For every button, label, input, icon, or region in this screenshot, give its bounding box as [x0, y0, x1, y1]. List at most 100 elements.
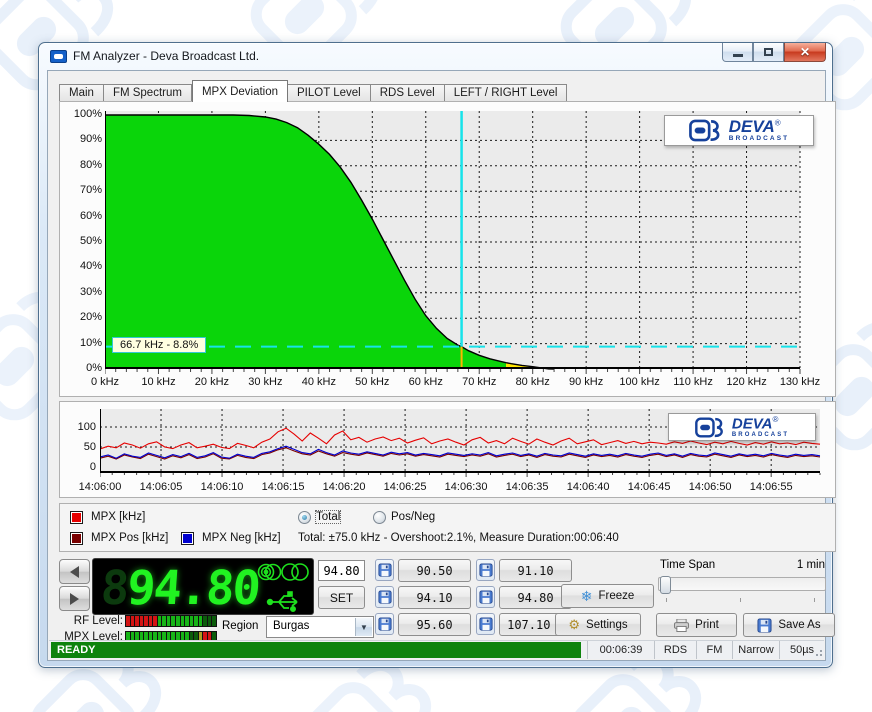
posneg-radio-label[interactable]: Pos/Neg	[391, 511, 435, 523]
mpx-legend-swatch	[70, 511, 83, 524]
tick-label: 90 kHz	[560, 376, 612, 388]
preset-95-60-button[interactable]: 95.60	[398, 613, 471, 636]
meter-segment	[135, 616, 139, 626]
tick-label: 20%	[62, 311, 102, 323]
meter-segment	[153, 616, 157, 626]
print-button[interactable]: Print	[656, 613, 737, 637]
tick-label: 14:06:55	[738, 481, 804, 493]
maximize-icon	[764, 48, 773, 56]
save-preset-2-button[interactable]	[476, 559, 495, 581]
close-icon: ✕	[800, 45, 810, 59]
minimize-button[interactable]	[722, 43, 753, 62]
meter-segment	[162, 616, 166, 626]
meter-segment	[140, 616, 144, 626]
tick-label: 14:06:35	[494, 481, 560, 493]
total-radio[interactable]	[298, 511, 311, 524]
tab-strip: Main FM Spectrum MPX Deviation PILOT Lev…	[59, 80, 567, 102]
tick-label: 100	[68, 421, 96, 433]
save-preset-1-button[interactable]	[375, 559, 394, 581]
db-logo-icon	[689, 119, 725, 142]
tab-pilot-level[interactable]: PILOT Level	[288, 84, 371, 102]
tick-label: 14:06:30	[433, 481, 499, 493]
meter-segment	[171, 616, 175, 626]
maximize-button[interactable]	[753, 43, 784, 62]
region-dropdown[interactable]: Burgas ▼	[266, 616, 374, 638]
title-bar[interactable]: FM Analyzer - Deva Broadcast Ltd. ✕	[39, 43, 832, 70]
time-span-value: 1 min	[759, 559, 825, 571]
print-label: Print	[695, 619, 719, 631]
tick-label: 14:06:00	[67, 481, 133, 493]
minimize-icon	[733, 54, 743, 57]
history-chart-panel: 100500 14:06:0014:06:0514:06:1014:06:151…	[59, 401, 836, 498]
logo-subtitle: BROADCAST	[729, 136, 789, 143]
meter-segment	[212, 616, 216, 626]
db-logo-icon	[695, 417, 728, 438]
set-button[interactable]: SET	[318, 586, 365, 609]
save-preset-6-button[interactable]	[476, 613, 495, 635]
time-span-slider-thumb[interactable]	[660, 576, 671, 594]
tick-label: 14:06:25	[372, 481, 438, 493]
settings-button[interactable]: ⚙Settings	[555, 613, 641, 636]
status-rds: RDS	[654, 641, 696, 659]
status-elapsed-time: 00:06:39	[587, 641, 654, 659]
save-preset-5-button[interactable]	[375, 613, 394, 635]
time-span-slider[interactable]	[658, 577, 826, 591]
meter-segment	[181, 616, 185, 626]
right-arrow-icon	[70, 593, 79, 605]
tab-fm-spectrum[interactable]: FM Spectrum	[104, 84, 192, 102]
preset-91-10-button[interactable]: 91.10	[499, 559, 572, 582]
tick-label: 80 kHz	[507, 376, 559, 388]
meter-segment	[126, 616, 130, 626]
preset-94-10-button[interactable]: 94.10	[398, 586, 471, 609]
meter-segment	[203, 616, 207, 626]
save-as-button[interactable]: Save As	[743, 613, 835, 637]
tick-label: 14:06:45	[616, 481, 682, 493]
logo-subtitle: BROADCAST	[732, 432, 789, 438]
meter-segment	[185, 616, 189, 626]
freeze-button[interactable]: ❄Freeze	[561, 584, 654, 608]
window-title: FM Analyzer - Deva Broadcast Ltd.	[73, 49, 259, 63]
marker-annotation: 66.7 kHz - 8.8%	[112, 337, 206, 353]
tick-label: 110 kHz	[667, 376, 719, 388]
total-radio-label[interactable]: Total	[316, 511, 340, 523]
tick-label: 50	[68, 441, 96, 453]
preset-90-50-button[interactable]: 90.50	[398, 559, 471, 582]
tab-mpx-deviation[interactable]: MPX Deviation	[192, 80, 288, 102]
tab-left-right-level[interactable]: LEFT / RIGHT Level	[445, 84, 568, 102]
floppy-icon	[378, 617, 392, 631]
tick-label: 14:06:40	[555, 481, 621, 493]
app-window: FM Analyzer - Deva Broadcast Ltd. ✕ Main…	[38, 42, 833, 668]
frequency-display: 894.80	[92, 558, 314, 615]
deviation-chart-panel: 0%10%20%30%40%50%60%70%80%90%100% 0 kHz1…	[59, 101, 836, 397]
tick-label: 50%	[62, 235, 102, 247]
frequency-input[interactable]: 94.80	[318, 560, 365, 581]
tab-rds-level[interactable]: RDS Level	[371, 84, 445, 102]
tick-label: 30%	[62, 286, 102, 298]
gear-icon: ⚙	[568, 617, 580, 633]
close-button[interactable]: ✕	[784, 43, 826, 62]
meter-segment	[190, 616, 194, 626]
tick-label: 10 kHz	[132, 376, 184, 388]
desktop: { "window": { "title": "FM Analyzer - De…	[0, 0, 872, 712]
slider-tick	[814, 598, 815, 602]
client-area: Main FM Spectrum MPX Deviation PILOT Lev…	[47, 70, 826, 661]
tick-label: 80%	[62, 159, 102, 171]
posneg-radio[interactable]	[373, 511, 386, 524]
tick-label: 90%	[62, 133, 102, 145]
meter-segment	[167, 616, 171, 626]
frequency-up-button[interactable]	[59, 586, 90, 611]
dropdown-arrow-icon[interactable]: ▼	[355, 618, 372, 636]
resize-grip[interactable]	[813, 647, 823, 657]
tick-label: 0	[68, 461, 96, 473]
tick-label: 40%	[62, 260, 102, 272]
preset-value: 107.10	[507, 618, 550, 632]
tick-label: 14:06:10	[189, 481, 255, 493]
meter-segment	[158, 616, 162, 626]
save-preset-4-button[interactable]	[476, 586, 495, 608]
legend-panel: MPX [kHz] Total Pos/Neg MPX Pos [kHz] MP…	[59, 503, 836, 552]
snowflake-icon: ❄	[581, 588, 593, 605]
save-preset-3-button[interactable]	[375, 586, 394, 608]
tab-main[interactable]: Main	[59, 84, 104, 102]
deviation-chart	[105, 111, 802, 377]
frequency-down-button[interactable]	[59, 559, 90, 584]
